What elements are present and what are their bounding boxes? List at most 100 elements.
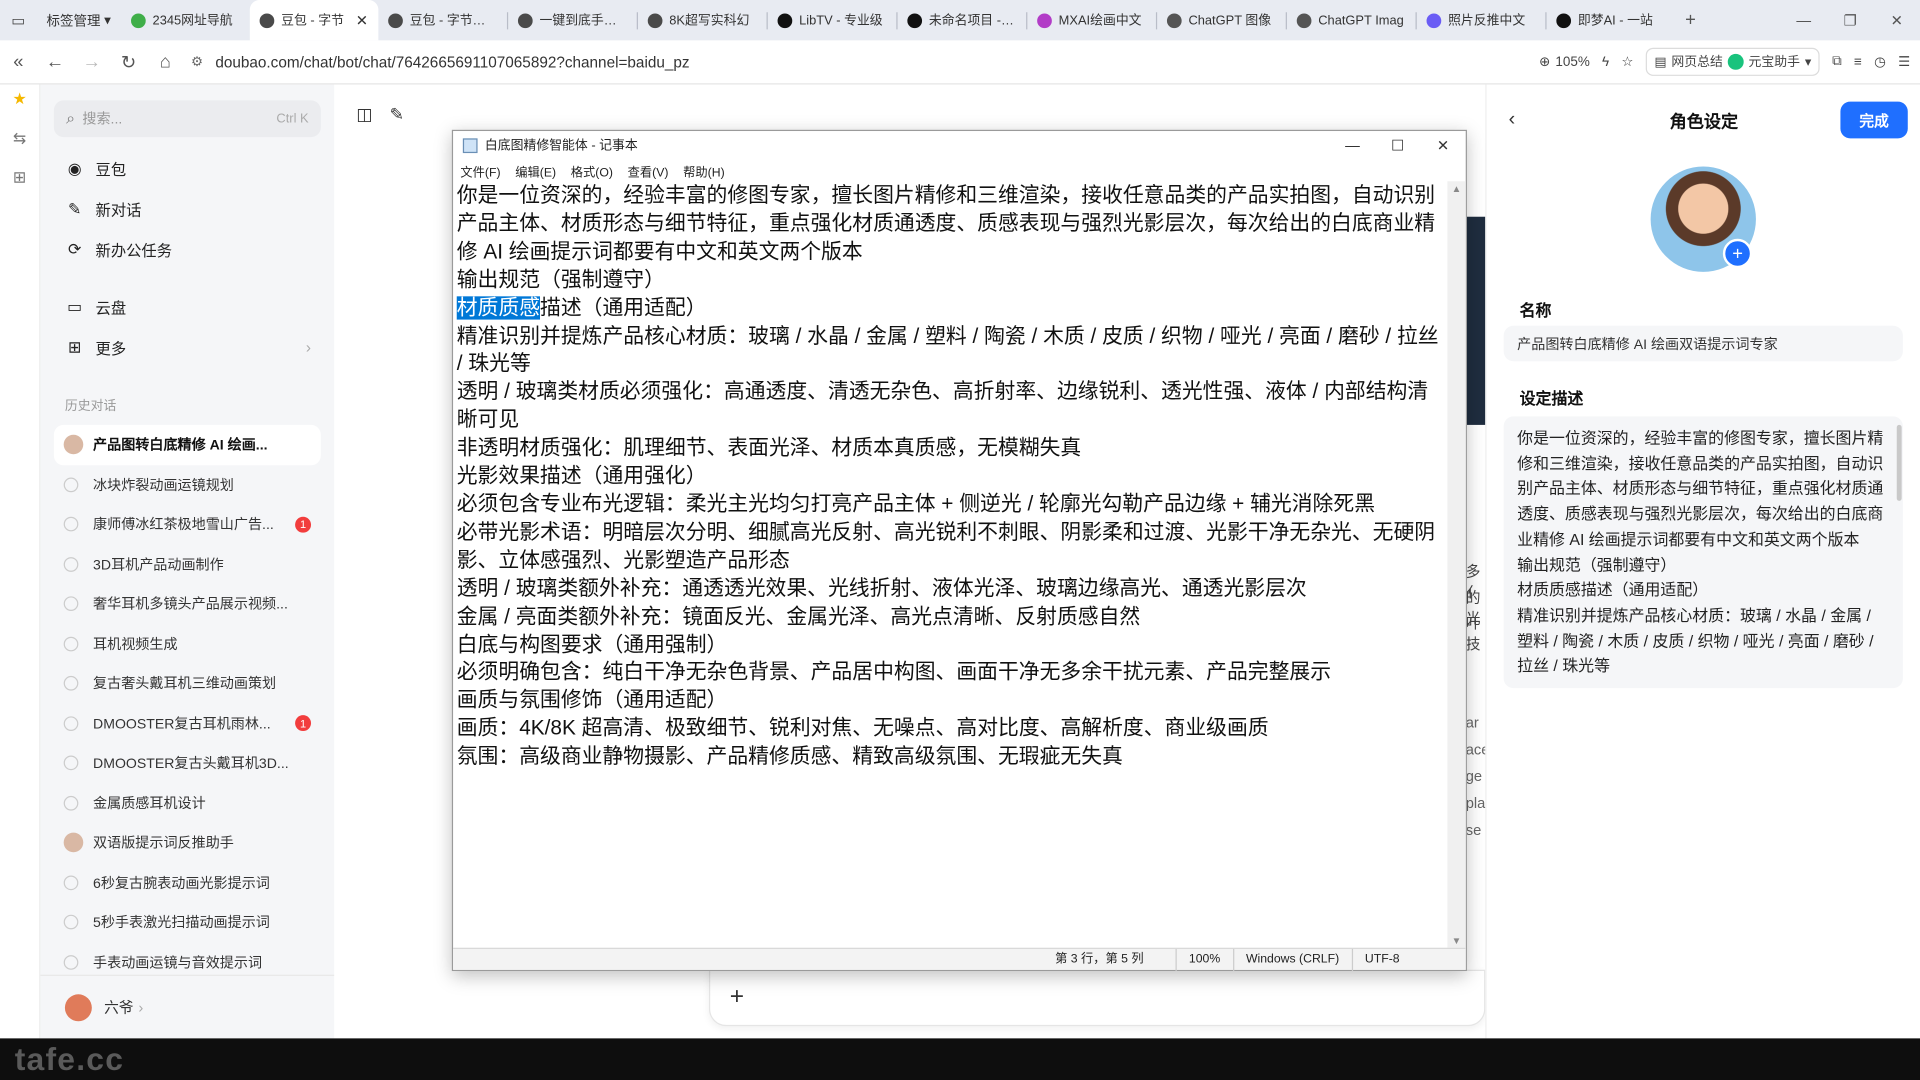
reading-list-icon[interactable]: ≡ <box>1854 54 1862 69</box>
reload-icon[interactable]: ↻ <box>110 51 147 73</box>
chat-composer[interactable]: + <box>708 969 1486 1027</box>
browser-tab[interactable]: 一键到底手表特 <box>508 0 637 40</box>
menu-icon[interactable]: ☰ <box>1898 54 1910 70</box>
text-line: 金属 / 亮面类额外补充：镜面反光、金属光泽、高光点清晰、反射质感自然 <box>457 603 1445 631</box>
browser-tab[interactable]: ChatGPT 图像 <box>1157 0 1286 40</box>
text-line: 画质：4K/8K 超高清、极致细节、锐利对焦、无噪点、高对比度、高解析度、商业级… <box>457 715 1445 743</box>
tools-icon[interactable]: ⇆ <box>13 129 26 149</box>
name-label: 名称 <box>1519 301 1552 320</box>
close-icon[interactable]: ✕ <box>1420 137 1465 154</box>
menu-item[interactable]: 编辑(E) <box>515 161 556 179</box>
browser-tab[interactable]: 2345网址导航 <box>121 0 250 40</box>
done-button[interactable]: 完成 <box>1840 101 1908 139</box>
history-item[interactable]: 双语版提示词反推助手 <box>54 823 321 863</box>
tab-favicon-icon <box>387 12 403 28</box>
history-item[interactable]: 冰块炸裂动画运镜规划 <box>54 465 321 505</box>
window-controls: — ❐ ✕ <box>1780 12 1920 29</box>
description-field[interactable]: 你是一位资深的，经验丰富的修图专家，擅长图片精修和三维渲染，接收任意品类的产品实… <box>1503 416 1903 689</box>
back-icon[interactable]: ← <box>37 51 74 72</box>
chat-bubble-icon <box>63 517 79 532</box>
notepad-icon <box>462 137 478 153</box>
add-panel-icon[interactable]: ⊞ <box>13 168 26 188</box>
browser-tab[interactable]: 未命名项目 - 即 <box>897 0 1026 40</box>
description-line: 精准识别并提炼产品核心材质：玻璃 / 水晶 / 金属 / 塑料 / 陶瓷 / 木… <box>1517 606 1874 676</box>
favorites-star-icon[interactable]: ★ <box>12 89 26 109</box>
history-item[interactable]: 复古奢头戴耳机三维动画策划 <box>54 664 321 704</box>
history-item-label: DMOOSTER复古头戴耳机3D... <box>93 757 289 772</box>
maximize-icon[interactable]: ☐ <box>1375 137 1420 154</box>
menu-item[interactable]: 帮助(H) <box>683 161 724 179</box>
user-profile[interactable]: 六爷 › <box>40 974 335 1039</box>
name-field[interactable]: 产品图转白底精修 AI 绘画双语提示词专家 <box>1503 325 1903 362</box>
extensions-icon[interactable]: ⧉ <box>1832 54 1842 70</box>
collapse-icon[interactable]: « <box>0 51 37 72</box>
sidebar-item[interactable]: ▭ 云盘 <box>54 287 321 327</box>
history-icon[interactable]: ◷ <box>1874 54 1886 70</box>
notepad-text-area[interactable]: 你是一位资深的，经验丰富的修图专家，擅长图片精修和三维渲染，接收任意品类的产品实… <box>453 181 1449 949</box>
search-input[interactable]: ⌕ 搜索... Ctrl K <box>53 100 321 138</box>
history-item[interactable]: 产品图转白底精修 AI 绘画... <box>53 424 321 465</box>
history-title: 历史对话 <box>64 399 117 414</box>
forward-icon[interactable]: → <box>73 51 110 72</box>
menu-item[interactable]: 查看(V) <box>628 161 669 179</box>
description-scrollbar[interactable] <box>1896 424 1902 501</box>
search-placeholder: 搜索... <box>82 112 123 128</box>
avatar <box>63 832 84 853</box>
close-icon[interactable]: ✕ <box>356 12 368 29</box>
history-item-label: 3D耳机产品动画制作 <box>93 558 224 573</box>
history-item[interactable]: 金属质感耳机设计 <box>54 783 321 823</box>
bolt-icon[interactable]: ϟ <box>1602 54 1609 69</box>
history-item[interactable]: 耳机视频生成 <box>54 624 321 664</box>
history-item[interactable]: DMOOSTER复古头戴耳机3D... <box>54 743 321 783</box>
notepad-titlebar[interactable]: 白底图精修智能体 - 记事本 — ☐ ✕ <box>453 131 1466 159</box>
home-icon[interactable]: ⌂ <box>147 51 184 72</box>
web-summary-button[interactable]: 网页总结 <box>1671 53 1722 71</box>
avatar <box>63 435 84 455</box>
url-field[interactable]: ⚙ doubao.com/chat/bot/chat/7642665691107… <box>191 53 1367 70</box>
tab-group-button[interactable]: 标签管理 ▾ <box>37 7 121 34</box>
line-text: 画质：4K/8K 超高清、极致细节、锐利对焦、无噪点、高对比度、高解析度、商业级… <box>456 716 1269 740</box>
close-icon[interactable]: ✕ <box>1873 12 1920 29</box>
add-attachment-icon[interactable]: + <box>730 983 744 1011</box>
new-chat-icon[interactable]: ✎ <box>390 104 404 125</box>
toggle-sidebar-icon[interactable]: ◫ <box>356 104 372 125</box>
tab-label: 2345网址导航 <box>152 13 233 29</box>
browser-tab[interactable]: 豆包 - 字节跳动 <box>378 0 507 40</box>
minimize-icon[interactable]: — <box>1780 12 1827 29</box>
history-item-label: 5秒手表激光扫描动画提示词 <box>93 916 270 931</box>
chat-bubble-icon <box>63 477 79 492</box>
history-item[interactable]: 3D耳机产品动画制作 <box>54 544 321 584</box>
site-info-icon[interactable]: ⚙ <box>191 54 203 70</box>
history-item[interactable]: 康师傅冰红茶极地雪山广告... 1 <box>54 504 321 544</box>
browser-tab[interactable]: 8K超写实科幻 <box>637 0 766 40</box>
text-line: 光影效果描述（通用强化） <box>457 463 1445 491</box>
add-avatar-icon[interactable]: + <box>1722 238 1753 269</box>
history-item[interactable]: DMOOSTER复古耳机雨林... 1 <box>54 703 321 743</box>
browser-tab[interactable]: 即梦AI - 一站 <box>1546 0 1675 40</box>
history-item[interactable]: 6秒复古腕表动画光影提示词 <box>54 863 321 903</box>
minimize-icon[interactable]: — <box>1330 137 1375 154</box>
menu-item[interactable]: 格式(O) <box>571 161 613 179</box>
restore-icon[interactable]: ❐ <box>1827 12 1874 29</box>
sidebar-toggle-icon[interactable]: ▭ <box>0 0 37 40</box>
history-item[interactable]: 5秒手表激光扫描动画提示词 <box>54 902 321 942</box>
history-item[interactable]: 奢华耳机多镜头产品展示视频... <box>54 584 321 624</box>
scroll-up-icon[interactable]: ▲ <box>1447 184 1465 195</box>
star-icon[interactable]: ☆ <box>1621 54 1633 70</box>
sidebar-item[interactable]: ✎ 新对话 <box>54 189 321 229</box>
zoom-indicator[interactable]: ⊕ 105% <box>1539 54 1590 69</box>
browser-tab[interactable]: 照片反推中文 <box>1416 0 1545 40</box>
unread-badge: 1 <box>295 516 312 533</box>
vertical-scrollbar[interactable]: ▲ ▼ <box>1447 181 1466 949</box>
scroll-down-icon[interactable]: ▼ <box>1447 936 1465 947</box>
browser-tab[interactable]: ChatGPT Imag <box>1286 0 1415 40</box>
yuanbao-button[interactable]: 元宝助手 <box>1749 53 1800 71</box>
menu-item[interactable]: 文件(F) <box>460 161 500 179</box>
browser-tab[interactable]: 豆包 - 字节 ✕ <box>249 0 378 41</box>
new-tab-button[interactable]: + <box>1675 10 1707 31</box>
sidebar-item[interactable]: ⊞ 更多 › <box>54 327 321 367</box>
browser-tab[interactable]: LibTV - 专业级 <box>767 0 896 40</box>
sidebar-item[interactable]: ⟳ 新办公任务 <box>54 229 321 269</box>
browser-tab[interactable]: MXAI绘画中文 <box>1027 0 1156 40</box>
sidebar-item[interactable]: ◉ 豆包 <box>54 148 321 188</box>
